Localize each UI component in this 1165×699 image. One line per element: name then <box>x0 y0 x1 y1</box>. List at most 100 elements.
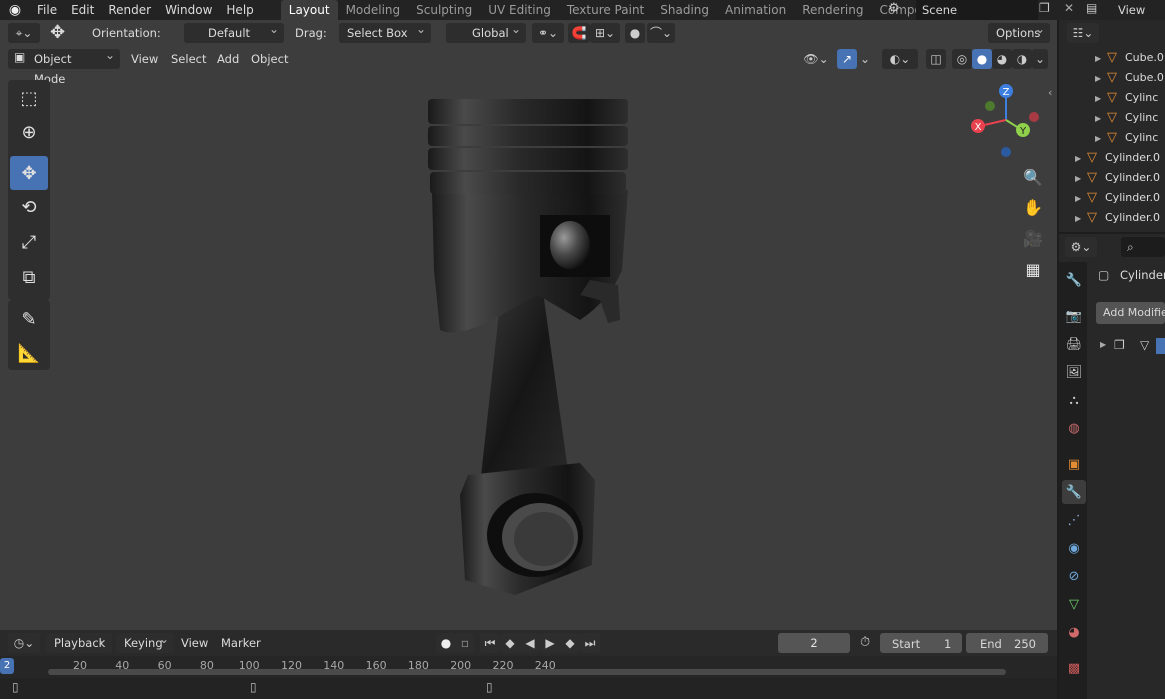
expand-arrow-icon[interactable]: ▶ <box>1095 69 1107 88</box>
tab-sculpting[interactable]: Sculpting <box>408 0 480 20</box>
scale-tool-icon[interactable]: ⤢ <box>10 225 48 259</box>
menu-file[interactable]: File <box>30 0 64 20</box>
render-tab-icon[interactable]: 📷 <box>1062 304 1086 328</box>
outliner-row[interactable]: ▶ ▽ Cube.0 <box>1095 48 1165 68</box>
view-layer-tab-icon[interactable]: 🖼 <box>1062 360 1086 384</box>
data-tab-icon[interactable]: ▽ <box>1062 592 1086 616</box>
expand-arrow-icon[interactable]: ▶ <box>1075 189 1087 208</box>
modifier-mesh-icon[interactable]: ▽ <box>1140 338 1149 352</box>
preview-range-icon[interactable]: ⏱ <box>860 635 870 650</box>
orientation-dropdown[interactable]: Default <box>184 19 284 43</box>
outliner-row[interactable]: ▶ ▽ Cylinder.0 <box>1075 208 1165 228</box>
constraints-tab-icon[interactable]: ⊘ <box>1062 564 1086 588</box>
falloff-icon[interactable]: ⌒⌄ <box>647 23 675 43</box>
keying-dropdown[interactable]: Keying <box>116 629 174 653</box>
current-frame-field[interactable]: 2 <box>778 633 850 653</box>
add-modifier-button[interactable]: Add Modifier <box>1096 302 1165 324</box>
navigation-gizmo[interactable]: Z X Y <box>966 80 1046 160</box>
outliner-row[interactable]: ▶ ▽ Cylinc <box>1095 108 1165 128</box>
move-tool-button[interactable]: ✥ <box>10 156 48 190</box>
wireframe-shading-icon[interactable]: ◎ <box>952 49 972 69</box>
timeline-menu-view[interactable]: View <box>181 633 208 653</box>
properties-search-field[interactable]: ⌕ <box>1121 237 1165 257</box>
select-box-tool-icon[interactable]: ⬚ <box>10 81 48 115</box>
autokey-options-icon[interactable]: ▫ <box>456 633 474 653</box>
modifier-realtime-icon[interactable] <box>1156 338 1165 354</box>
outliner-row[interactable]: ▶ ▽ Cube.0 <box>1095 68 1165 88</box>
outliner-row[interactable]: ▶ ▽ Cylinder.0 <box>1075 168 1165 188</box>
properties-editor-type-icon[interactable]: ⚙⌄ <box>1065 237 1097 257</box>
expand-arrow-icon[interactable]: ▶ <box>1075 209 1087 228</box>
outliner-row[interactable]: ▶ ▽ Cylinder.0 <box>1075 148 1165 168</box>
transform-tool-icon[interactable]: ⧉ <box>10 260 48 294</box>
expand-arrow-icon[interactable]: ▶ <box>1095 49 1107 68</box>
xray-icon[interactable]: ◫ <box>926 49 946 69</box>
expand-arrow-icon[interactable]: ▶ <box>1095 89 1107 108</box>
rendered-shading-icon[interactable]: ◑ <box>1012 49 1032 69</box>
snap-icon[interactable]: 🧲 <box>568 23 590 43</box>
scene-tab-icon[interactable]: ⛬ <box>1062 388 1086 412</box>
menu-edit[interactable]: Edit <box>64 0 101 20</box>
zoom-icon[interactable]: 🔍 <box>1019 163 1047 191</box>
sidebar-toggle-icon[interactable]: ‹ <box>1048 86 1052 99</box>
prev-keyframe-icon[interactable]: ◆ <box>500 633 520 653</box>
options-dropdown[interactable]: Options <box>988 19 1050 43</box>
object-tab-icon[interactable]: ▣ <box>1062 452 1086 476</box>
tab-shading[interactable]: Shading <box>652 0 717 20</box>
gizmo-dropdown-icon[interactable]: ⌄ <box>857 49 873 69</box>
texture-tab-icon[interactable]: ▩ <box>1062 656 1086 680</box>
camera-view-icon[interactable]: 🎥 <box>1019 224 1047 252</box>
tab-layout[interactable]: Layout <box>280 0 338 20</box>
visibility-icon[interactable]: 👁⌄ <box>800 49 832 69</box>
tab-animation[interactable]: Animation <box>717 0 794 20</box>
piston-model[interactable] <box>420 95 635 600</box>
material-tab-icon[interactable]: ◕ <box>1062 620 1086 644</box>
menu-object[interactable]: Object <box>251 49 288 69</box>
perspective-grid-icon[interactable]: ▦ <box>1019 255 1047 283</box>
timeline-editor-type-icon[interactable]: ◷⌄ <box>8 633 40 653</box>
outliner-row[interactable]: ▶ ▽ Cylinc <box>1095 128 1165 148</box>
tab-uv-editing[interactable]: UV Editing <box>480 0 559 20</box>
scene-selector[interactable]: ⚙ Scene ❐ <box>884 0 1054 20</box>
next-keyframe-icon[interactable]: ◆ <box>560 633 580 653</box>
modifier-editmode-icon[interactable]: ❐ <box>1114 338 1125 352</box>
annotate-tool-icon[interactable]: ✎ <box>10 302 48 336</box>
cursor-tool-icon[interactable]: ⊕ <box>10 115 48 149</box>
outliner-row[interactable]: ▶ ▽ Cylinc <box>1095 88 1165 108</box>
pivot-point-icon[interactable]: ⚭⌄ <box>532 23 564 43</box>
close-scene-icon[interactable]: ✕ <box>1064 1 1074 15</box>
menu-help[interactable]: Help <box>219 0 260 20</box>
world-tab-icon[interactable]: ◍ <box>1062 416 1086 440</box>
tab-modeling[interactable]: Modeling <box>338 0 409 20</box>
menu-add[interactable]: Add <box>217 49 239 69</box>
playback-dropdown[interactable]: Playback <box>46 629 112 653</box>
play-icon[interactable]: ▶ <box>540 633 560 653</box>
view-layer-icon[interactable]: ▤ <box>1086 1 1097 15</box>
snap-target-icon[interactable]: ⊞⌄ <box>590 23 620 43</box>
expand-arrow-icon[interactable]: ▶ <box>1095 109 1107 128</box>
blender-logo-icon[interactable]: ◉ <box>0 2 30 18</box>
pan-hand-icon[interactable]: ✋ <box>1019 193 1047 221</box>
menu-window[interactable]: Window <box>158 0 219 20</box>
view-layer-label[interactable]: View Lay <box>1118 0 1165 37</box>
timeline-playhead[interactable]: 2 <box>0 658 14 674</box>
modifier-tab-icon[interactable]: 🔧 <box>1062 480 1086 504</box>
timeline-scrollbar[interactable] <box>48 669 1006 675</box>
expand-arrow-icon[interactable]: ▶ <box>1075 149 1087 168</box>
menu-view[interactable]: View <box>131 49 158 69</box>
particles-tab-icon[interactable]: ⋰ <box>1062 508 1086 532</box>
drag-dropdown[interactable]: Select Box <box>339 19 431 43</box>
transform-orientation-dropdown[interactable]: Global <box>446 19 526 43</box>
outliner-editor-type-icon[interactable]: ☷⌄ <box>1067 23 1099 43</box>
tab-texture-paint[interactable]: Texture Paint <box>559 0 652 20</box>
move-tool-icon[interactable]: ✥ <box>50 22 65 43</box>
expand-arrow-icon[interactable]: ▶ <box>1075 169 1087 188</box>
tab-rendering[interactable]: Rendering <box>794 0 871 20</box>
tool-tab-icon[interactable]: 🔧 <box>1062 268 1086 292</box>
material-shading-icon[interactable]: ◕ <box>992 49 1012 69</box>
measure-tool-icon[interactable]: 📐 <box>10 336 48 370</box>
overlays-icon[interactable]: ◐⌄ <box>882 49 918 69</box>
modifier-expand-icon[interactable]: ▶ <box>1100 340 1106 349</box>
menu-render[interactable]: Render <box>101 0 158 20</box>
rotate-tool-icon[interactable]: ⟲ <box>10 190 48 224</box>
